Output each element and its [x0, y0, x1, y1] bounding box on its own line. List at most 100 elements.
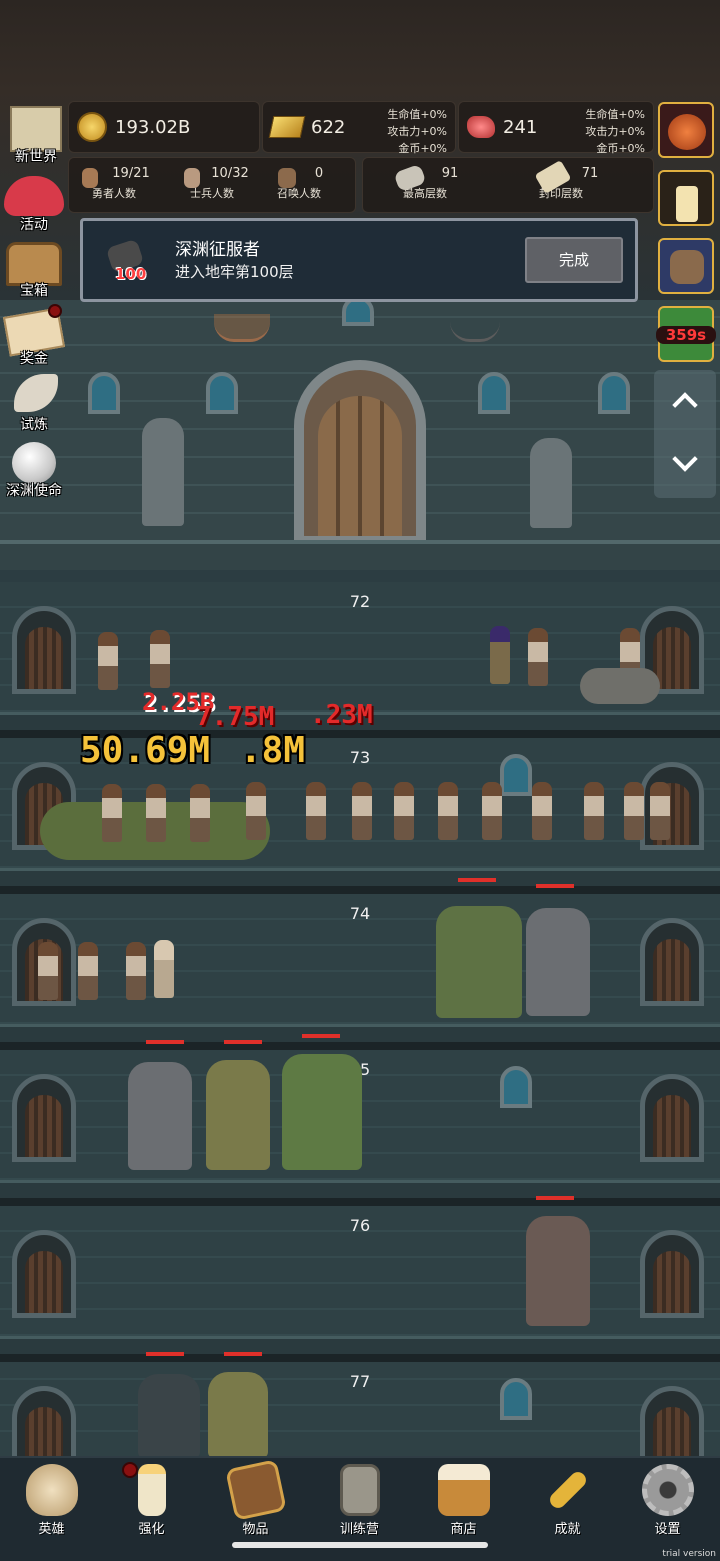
floor-number: 72	[349, 592, 371, 611]
crit-damage-number: .8M	[240, 730, 306, 771]
notification-dot	[122, 1462, 138, 1478]
doorway	[12, 1230, 76, 1318]
heroes-stat: 19/21 勇者人数	[70, 166, 158, 201]
meat-panel: 241 生命值+0% 攻击力+0% 金币+0%	[458, 101, 654, 155]
new-world-button[interactable]: 新世界	[2, 104, 70, 166]
event-button[interactable]: 活动	[0, 172, 68, 234]
abyss-mission-button[interactable]: 深渊使命	[0, 440, 68, 500]
green-armored-knight-enemy	[208, 1372, 268, 1458]
candle-bonus-button[interactable]	[658, 170, 714, 226]
chandelier-icon	[214, 314, 270, 342]
dungeon-entrance-room	[0, 296, 720, 570]
candle-icon	[138, 1464, 166, 1516]
hero-unit	[650, 782, 670, 840]
timed-bonus-button[interactable]: 359s	[656, 306, 716, 362]
enemy-hp-bar	[536, 884, 574, 888]
floor-number: 74	[349, 904, 371, 923]
nav-upgrade[interactable]: 强化	[100, 1458, 203, 1538]
floor-number: 77	[349, 1372, 371, 1391]
nav-items[interactable]: 物品	[204, 1458, 307, 1538]
enemy-hp-bar	[458, 878, 496, 882]
dark-reaper-enemy	[138, 1374, 200, 1458]
floor-74[interactable]: 74	[0, 894, 720, 1050]
knight-statue	[142, 418, 184, 526]
doorway	[640, 1230, 704, 1318]
defeated-enemy	[580, 668, 660, 704]
doorway	[12, 606, 76, 694]
floor-number: 76	[349, 1216, 371, 1235]
home-indicator[interactable]	[232, 1542, 488, 1548]
floor-77[interactable]: 77	[0, 1362, 720, 1474]
nav-training-camp[interactable]: 训练营	[308, 1458, 411, 1538]
doorway	[12, 1074, 76, 1162]
armored-knight-enemy	[526, 1216, 590, 1326]
hero-unit	[394, 782, 414, 840]
enemy-hp-bar	[224, 1040, 262, 1044]
enemy-hp-bar	[536, 1196, 574, 1200]
floor-number: 73	[349, 748, 371, 767]
bottom-nav: 英雄 强化 物品 训练营 商店 成就 设置 trial version	[0, 1456, 720, 1561]
nav-achievements[interactable]: 成就	[516, 1458, 619, 1538]
quest-icon-number: 100	[115, 265, 147, 283]
summon-head-icon	[278, 168, 296, 188]
chandelier-icon	[450, 316, 500, 342]
crit-damage-number: 50.69M	[80, 730, 211, 771]
nav-shop[interactable]: 商店	[412, 1458, 515, 1538]
game-scene: 193.02B 622 生命值+0% 攻击力+0% 金币+0% 241 生命值+…	[0, 0, 720, 1561]
window	[598, 372, 630, 414]
trial-button[interactable]: 试炼	[0, 372, 68, 434]
floor-shadow	[0, 1354, 720, 1362]
meat-bonus: 生命值+0% 攻击力+0% 金币+0%	[585, 108, 645, 155]
floor-shadow	[0, 1042, 720, 1050]
chevron-up-icon	[672, 392, 698, 418]
nav-heroes[interactable]: 英雄	[0, 1458, 103, 1538]
enemy-hp-bar	[146, 1040, 184, 1044]
hero-unit	[482, 782, 502, 840]
meat-value: 241	[503, 116, 538, 138]
hero-unit	[38, 942, 58, 1000]
gold-coin-icon	[77, 112, 107, 142]
timer-label: 359s	[656, 326, 716, 344]
gold-bar-value: 622	[311, 116, 346, 138]
damage-number: 7.75M	[196, 702, 275, 732]
scroll-down-button[interactable]	[654, 434, 716, 498]
notification-dot	[48, 304, 62, 318]
orc-enemy	[282, 1054, 362, 1170]
soldier-head-icon	[184, 168, 200, 188]
green-armored-knight-enemy	[206, 1060, 270, 1170]
chevron-down-icon	[672, 446, 698, 472]
meat-icon	[467, 116, 495, 138]
floor-75[interactable]: 75	[0, 1050, 720, 1206]
gold-value: 193.02B	[115, 116, 191, 138]
hero-unit	[306, 782, 326, 840]
window	[206, 372, 238, 414]
hero-unit	[352, 782, 372, 840]
hero-unit	[102, 784, 122, 842]
floor-76[interactable]: 76	[0, 1206, 720, 1362]
gold-bar-panel: 622 生命值+0% 攻击力+0% 金币+0%	[262, 101, 456, 155]
book-icon	[225, 1459, 287, 1521]
hero-unit	[98, 632, 118, 690]
hero-unit	[126, 942, 146, 1000]
chest-button[interactable]: 宝箱	[0, 238, 68, 300]
dungeon-main-door[interactable]	[294, 360, 426, 546]
scroll-up-button[interactable]	[654, 370, 716, 434]
quest-description: 进入地牢第100层	[175, 263, 294, 281]
quest-title: 深渊征服者	[175, 240, 260, 260]
hero-unit	[246, 782, 266, 840]
gold-bar-bonus: 生命值+0% 攻击力+0% 金币+0%	[387, 108, 447, 155]
hero-unit	[150, 630, 170, 688]
backpack-bonus-button[interactable]	[658, 238, 714, 294]
sealed-floor-stat: 71 封印层数	[516, 159, 606, 201]
hero-unit	[438, 782, 458, 840]
floor-ledge	[0, 540, 720, 570]
skull-icon	[26, 1464, 78, 1516]
apple-bonus-button[interactable]	[658, 102, 714, 158]
window	[500, 1066, 532, 1108]
gold-bar-icon	[268, 116, 306, 138]
hero-head-icon	[82, 168, 98, 188]
quest-complete-button[interactable]: 完成	[525, 237, 623, 283]
nav-settings[interactable]: 设置	[616, 1458, 719, 1538]
orc-enemy	[436, 906, 522, 1018]
enemy-hp-bar	[224, 1352, 262, 1356]
